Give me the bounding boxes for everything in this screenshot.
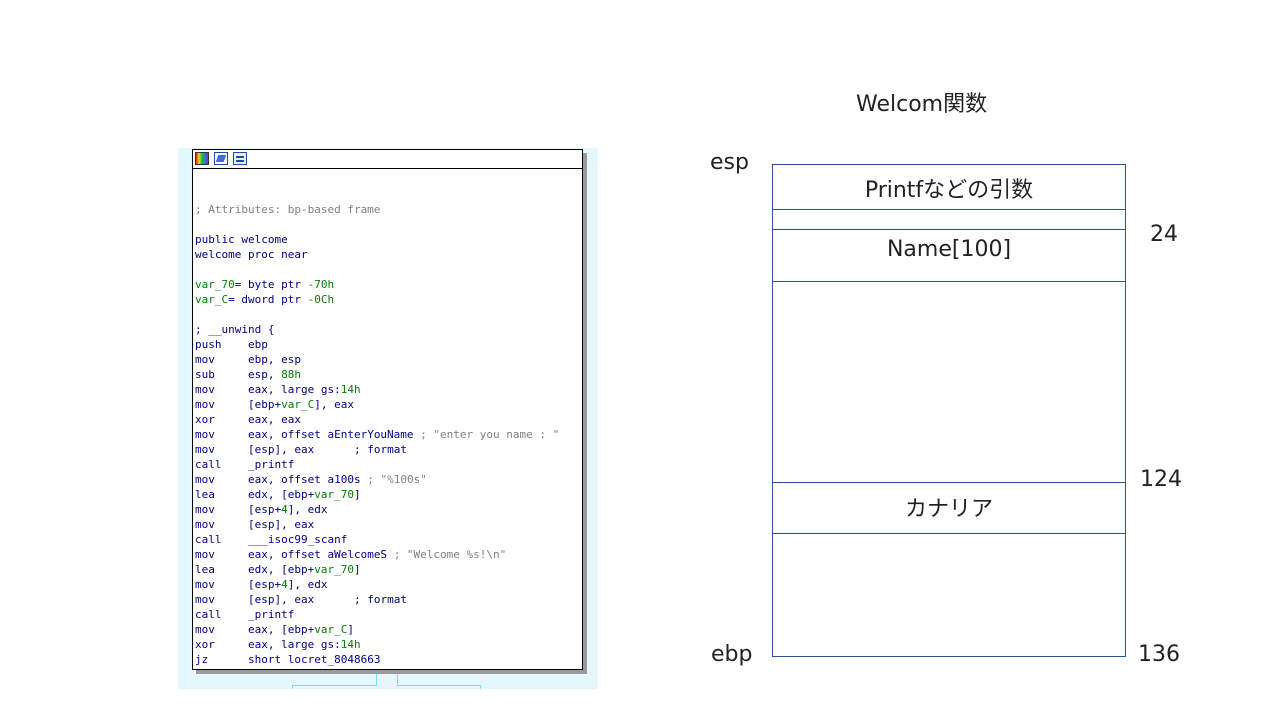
code-line[interactable]: call ___isoc99_scanf [195, 532, 559, 547]
offset-label-24: 24 [1150, 222, 1178, 247]
code-line[interactable]: mov [esp+4], edx [195, 577, 559, 592]
code-line[interactable]: push ebp [195, 337, 559, 352]
code-line[interactable]: mov [esp], eax [195, 517, 559, 532]
code-line[interactable]: sub esp, 88h [195, 367, 559, 382]
code-line[interactable]: mov [esp], eax ; format [195, 592, 559, 607]
offset-label-136: 136 [1138, 642, 1180, 667]
diagram-title: Welcom関数 [856, 92, 988, 117]
code-line[interactable]: var_C= dword ptr -0Ch [195, 292, 559, 307]
code-line[interactable]: mov eax, offset a100s ; "%100s" [195, 472, 559, 487]
ida-code-block[interactable]: ; Attributes: bp-based frame public welco… [192, 149, 583, 670]
offset-label-124: 124 [1140, 467, 1182, 492]
graph-edge [292, 685, 377, 686]
code-line[interactable]: mov eax, large gs:14h [195, 382, 559, 397]
code-line[interactable] [195, 217, 559, 232]
padding-cell [772, 209, 1126, 230]
code-line[interactable] [195, 307, 559, 322]
printf-args-cell: Printfなどの引数 [772, 164, 1126, 210]
code-line[interactable]: call _printf [195, 607, 559, 622]
code-line[interactable]: mov [esp+4], edx [195, 502, 559, 517]
canary-label: カナリア [904, 497, 993, 522]
code-line[interactable]: mov eax, [ebp+var_C] [195, 622, 559, 637]
code-line[interactable]: ; __unwind { [195, 322, 559, 337]
graph-edge [397, 668, 398, 685]
code-line[interactable]: mov eax, offset aEnterYouName ; "enter y… [195, 427, 559, 442]
code-line[interactable]: call _printf [195, 457, 559, 472]
code-line[interactable]: mov eax, offset aWelcomeS ; "Welcome %s!… [195, 547, 559, 562]
code-line[interactable]: jz short locret_8048663 [195, 652, 559, 667]
printf-args-label: Printfなどの引数 [864, 178, 1034, 203]
name-buffer-body [772, 281, 1126, 483]
ida-block-titlebar [193, 150, 582, 169]
code-line[interactable]: xor eax, eax [195, 412, 559, 427]
code-line[interactable]: mov [ebp+var_C], eax [195, 397, 559, 412]
graph-edge [292, 685, 293, 689]
graph-edge [480, 685, 481, 689]
code-line[interactable]: welcome proc near [195, 247, 559, 262]
code-line[interactable]: xor eax, large gs:14h [195, 637, 559, 652]
ebp-label: ebp [711, 642, 753, 667]
code-line[interactable]: mov ebp, esp [195, 352, 559, 367]
name-buffer-label: Name[100] [886, 237, 1012, 262]
esp-label: esp [710, 150, 749, 175]
code-line[interactable] [195, 262, 559, 277]
code-line[interactable]: ; Attributes: bp-based frame [195, 202, 559, 217]
name-buffer-cell: Name[100] [772, 229, 1126, 282]
canary-cell: カナリア [772, 482, 1126, 534]
color-palette-icon[interactable] [195, 152, 209, 165]
graph-icon[interactable] [233, 152, 247, 165]
disassembly-listing: ; Attributes: bp-based frame public welco… [195, 202, 559, 667]
code-line[interactable]: mov [esp], eax ; format [195, 442, 559, 457]
code-line[interactable]: lea edx, [ebp+var_70] [195, 562, 559, 577]
edit-icon[interactable] [214, 152, 228, 165]
saved-region-cell [772, 533, 1126, 657]
graph-edge [376, 668, 377, 685]
code-line[interactable]: var_70= byte ptr -70h [195, 277, 559, 292]
code-line[interactable]: lea edx, [ebp+var_70] [195, 487, 559, 502]
graph-edge [397, 685, 481, 686]
code-line[interactable]: public welcome [195, 232, 559, 247]
